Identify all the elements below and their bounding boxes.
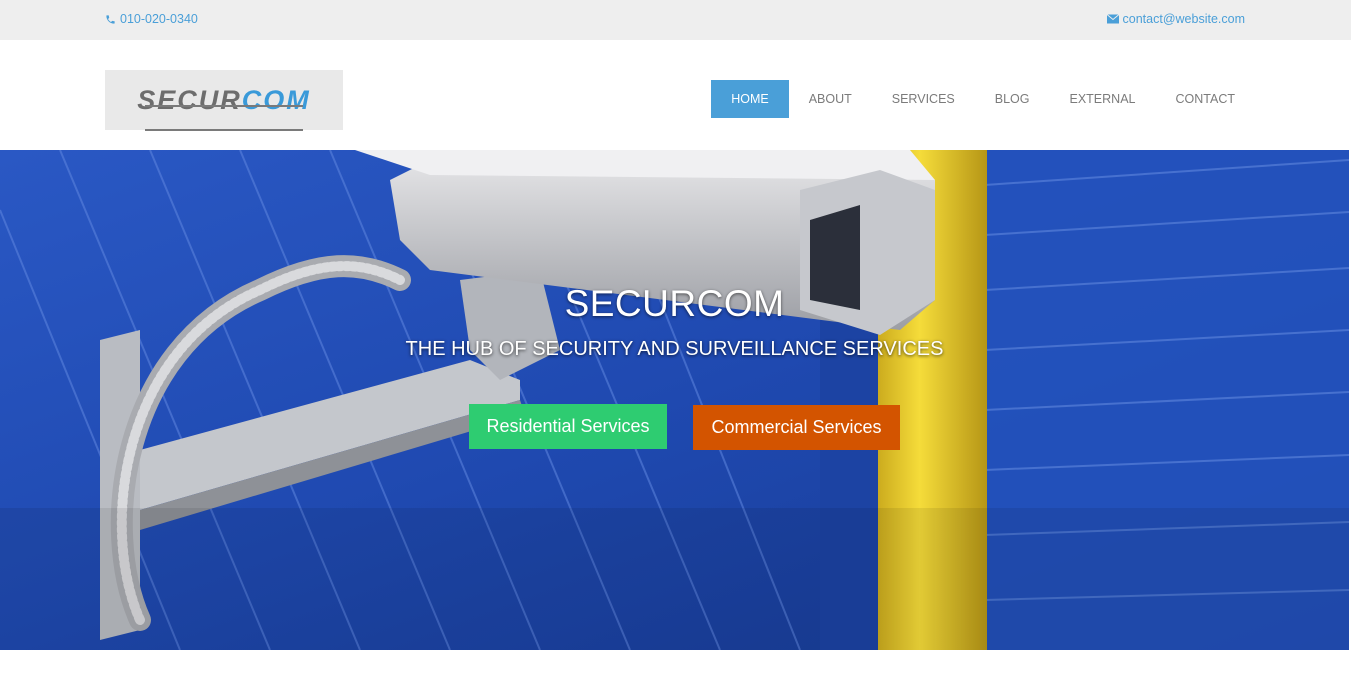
hero-background-image	[0, 150, 1349, 650]
hero-subtitle: THE HUB OF SECURITY AND SURVEILLANCE SER…	[405, 338, 944, 360]
site-logo[interactable]: SECURCOM	[105, 70, 343, 131]
commercial-services-button[interactable]: Commercial Services	[693, 405, 900, 450]
main-nav: HOME ABOUT SERVICES BLOG EXTERNAL CONTAC…	[711, 80, 1255, 118]
phone-icon	[105, 14, 116, 25]
email-contact[interactable]: contact@website.com	[1106, 12, 1245, 26]
nav-item-external[interactable]: EXTERNAL	[1050, 80, 1156, 118]
nav-item-contact[interactable]: CONTACT	[1156, 80, 1256, 118]
hero-title: SECURCOM	[564, 283, 785, 324]
envelope-icon	[1106, 14, 1119, 24]
logo-wordmark: SECURCOM	[137, 84, 311, 131]
site-header: SECURCOM HOME ABOUT SERVICES BLOG EXTERN…	[0, 40, 1351, 150]
nav-item-about[interactable]: ABOUT	[789, 80, 872, 118]
top-contact-bar: 010-020-0340 contact@website.com	[0, 0, 1351, 40]
logo-line-top	[145, 104, 303, 107]
nav-item-home[interactable]: HOME	[711, 80, 789, 118]
phone-contact[interactable]: 010-020-0340	[105, 12, 198, 26]
email-address: contact@website.com	[1122, 12, 1245, 26]
logo-text-main: SECUR	[137, 84, 242, 115]
logo-line-bottom	[145, 128, 303, 131]
logo-text-accent: COM	[241, 84, 311, 115]
phone-number: 010-020-0340	[120, 12, 198, 26]
hero-banner: SECURCOM THE HUB OF SECURITY AND SURVEIL…	[0, 150, 1349, 650]
nav-item-services[interactable]: SERVICES	[872, 80, 975, 118]
residential-services-button[interactable]: Residential Services	[469, 404, 667, 449]
nav-item-blog[interactable]: BLOG	[975, 80, 1050, 118]
